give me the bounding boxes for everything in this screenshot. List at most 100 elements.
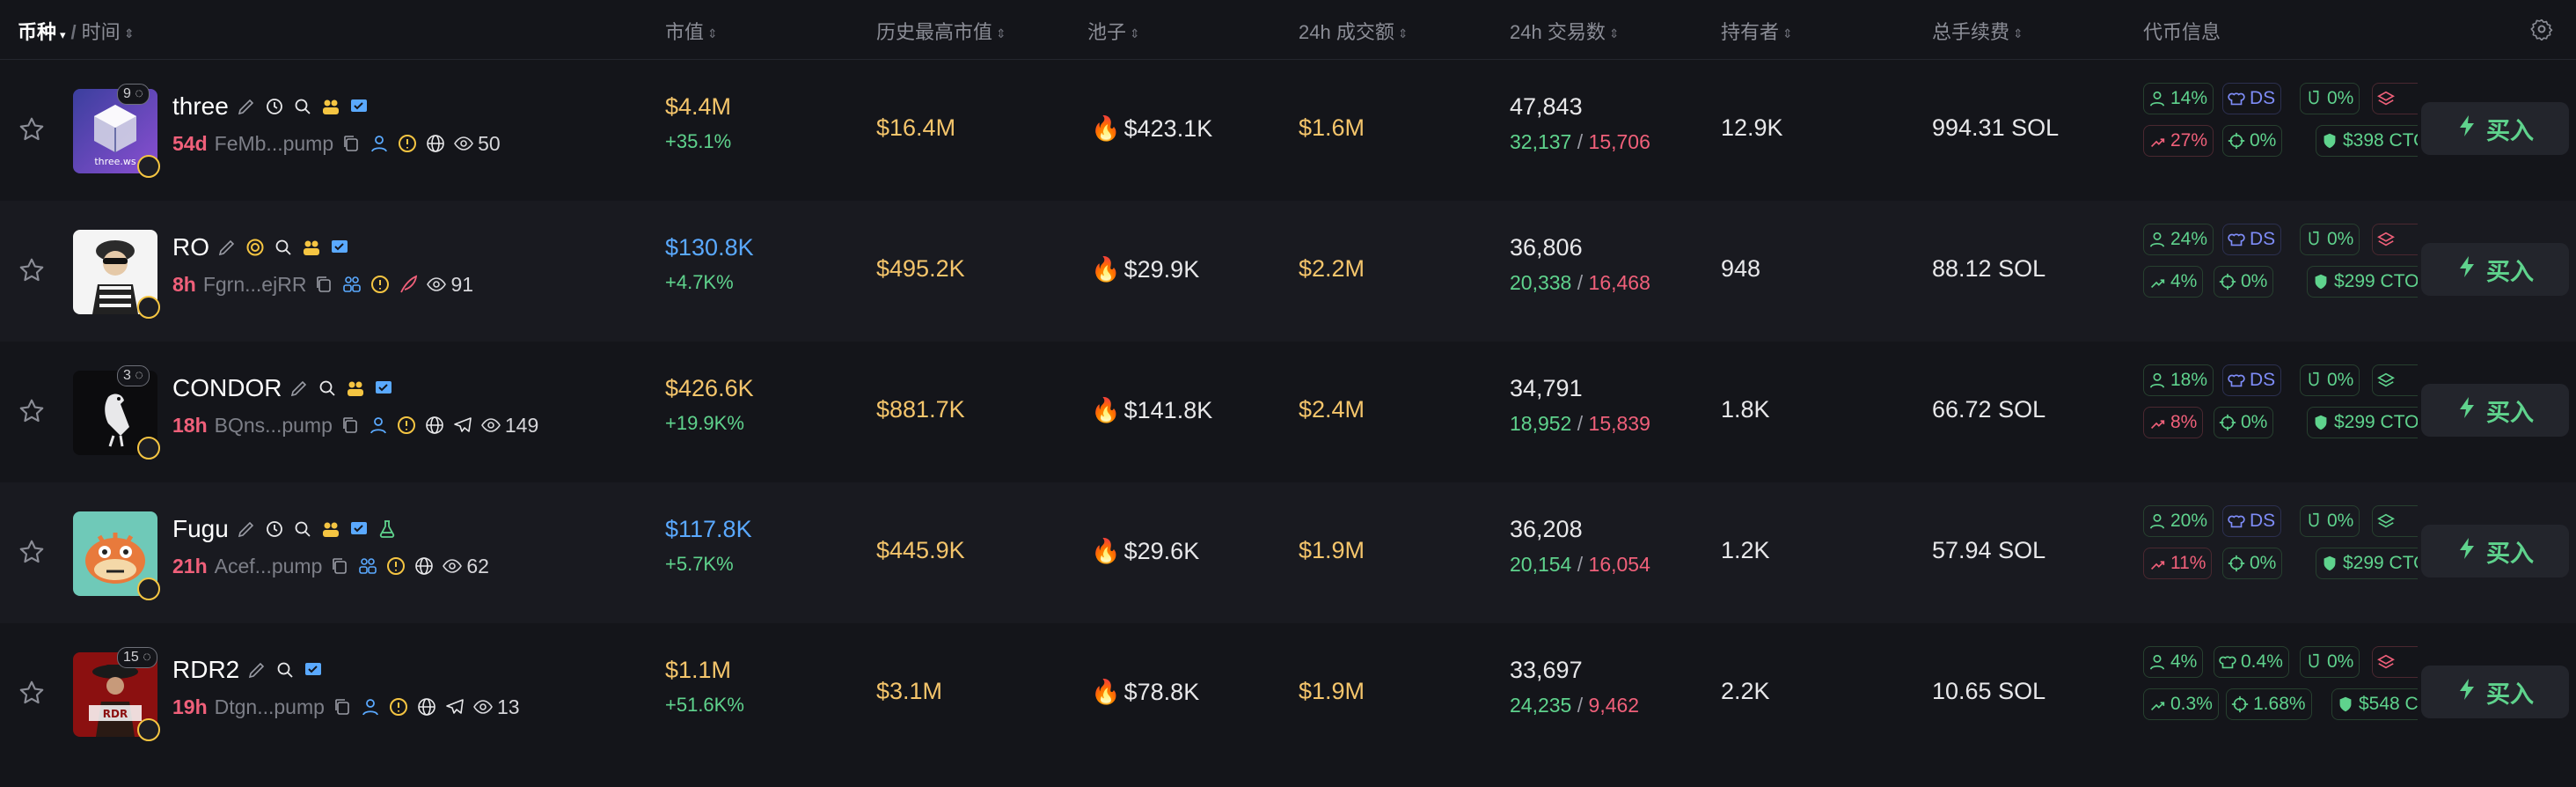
copy-icon[interactable] (332, 696, 353, 717)
layers-icon (2376, 652, 2396, 672)
bundlers-chip[interactable]: 0% (2214, 407, 2274, 438)
dev-chip[interactable]: DS (2222, 83, 2282, 114)
token-address[interactable]: Acef...pump (215, 555, 323, 578)
views-count: 50 (453, 132, 501, 156)
top10-holders-chip[interactable]: 4% (2143, 646, 2204, 678)
lightning-icon (2456, 677, 2477, 708)
dev-chip[interactable]: DS (2222, 224, 2282, 255)
insiders-chip[interactable]: 27% (2143, 125, 2214, 157)
token-name[interactable]: CONDOR (172, 374, 282, 402)
buy-button[interactable]: 买入 (2421, 384, 2569, 437)
chart-icon (2148, 695, 2167, 714)
globe-icon[interactable] (425, 133, 446, 154)
insiders-chip[interactable]: 0.3% (2143, 688, 2219, 720)
search-icon[interactable] (317, 378, 338, 399)
snipers-chip[interactable]: 0% (2300, 83, 2360, 114)
top10-holders-chip[interactable]: 20% (2143, 505, 2214, 537)
dev-chip[interactable]: 0.4% (2214, 646, 2289, 678)
buys-count: 24,235 (1510, 694, 1572, 717)
insiders-chip[interactable]: 11% (2143, 548, 2213, 579)
table-row[interactable]: three.ws 9 ◌ three 54d FeMb...pump 50 $4… (0, 60, 2576, 201)
bundlers-chip[interactable]: 0% (2222, 548, 2283, 579)
star-icon[interactable] (18, 538, 46, 566)
top10-holders-chip[interactable]: 14% (2143, 83, 2214, 114)
cto-chip[interactable]: $299 CTO (2316, 548, 2418, 579)
insiders-chip[interactable]: 4% (2143, 266, 2204, 298)
cto-chip[interactable]: $299 CTO (2307, 407, 2418, 438)
insiders-chip[interactable]: 8% (2143, 407, 2204, 438)
fees-header[interactable]: 总手续费 ⇕ (1932, 17, 2023, 45)
table-row[interactable]: RDR 15 ◌ RDR2 19h Dtgn...pump 13 $1.1M +… (0, 623, 2576, 764)
pool-header[interactable]: 池子 ⇕ (1087, 17, 1140, 45)
snipers-chip[interactable]: 0% (2300, 646, 2360, 678)
cto-chip[interactable]: $299 CTO (2307, 266, 2418, 298)
snipers-chip[interactable]: 0% (2300, 505, 2360, 537)
token-name[interactable]: Fugu (172, 515, 229, 543)
dev-chip[interactable]: DS (2222, 364, 2282, 396)
bundlers-chip[interactable]: 0% (2214, 266, 2274, 298)
top10-holders-chip[interactable]: 24% (2143, 224, 2214, 255)
bundlers-chip[interactable]: 0% (2222, 125, 2283, 157)
token-name[interactable]: RDR2 (172, 656, 239, 684)
token-name[interactable]: RO (172, 233, 209, 261)
holders-header[interactable]: 持有者 ⇕ (1721, 17, 1793, 45)
copy-icon[interactable] (340, 415, 361, 436)
edit-icon[interactable] (216, 237, 238, 258)
buy-button[interactable]: 买入 (2421, 666, 2569, 718)
buy-button[interactable]: 买入 (2421, 102, 2569, 155)
mcap-header[interactable]: 市值 ⇕ (665, 17, 718, 45)
search-icon[interactable] (292, 96, 313, 117)
edit-icon[interactable] (289, 378, 310, 399)
layers-chip[interactable] (2372, 83, 2418, 114)
copy-icon[interactable] (340, 133, 362, 154)
layers-chip[interactable] (2372, 646, 2418, 678)
table-row[interactable]: RO 8h Fgrn...ejRR 91 $130.8K +4.7K% $495… (0, 201, 2576, 342)
star-icon[interactable] (18, 115, 46, 143)
edit-icon[interactable] (236, 96, 257, 117)
globe-icon[interactable] (424, 415, 445, 436)
cto-chip[interactable]: $548 CTO (2331, 688, 2418, 720)
gear-icon[interactable] (2530, 18, 2553, 40)
edit-icon[interactable] (236, 519, 257, 540)
snipers-chip[interactable]: 0% (2300, 224, 2360, 255)
ath-header[interactable]: 历史最高市值 ⇕ (876, 17, 1006, 45)
pill-icon (137, 155, 160, 178)
dev-chip[interactable]: DS (2222, 505, 2282, 537)
table-row[interactable]: 3 ◌ CONDOR 18h BQns...pump 149 $426.6K +… (0, 342, 2576, 482)
globe-icon[interactable] (413, 555, 435, 577)
bundlers-chip[interactable]: 1.68% (2226, 688, 2312, 720)
globe-icon[interactable] (416, 696, 437, 717)
table-row[interactable]: Fugu 21h Acef...pump 62 $117.8K +5.7K% $… (0, 482, 2576, 623)
token-sort-header[interactable]: 币种 ▾ / 时间 ⇕ (18, 17, 134, 45)
token-address[interactable]: FeMb...pump (215, 132, 334, 156)
copy-icon[interactable] (313, 274, 334, 295)
top10-holders-chip[interactable]: 18% (2143, 364, 2214, 396)
buy-button[interactable]: 买入 (2421, 243, 2569, 296)
layers-chip[interactable] (2372, 364, 2418, 396)
star-icon[interactable] (18, 256, 46, 284)
buy-button[interactable]: 买入 (2421, 525, 2569, 577)
copy-icon[interactable] (329, 555, 350, 577)
layers-chip[interactable] (2372, 505, 2418, 537)
edit-icon[interactable] (246, 659, 267, 680)
search-icon[interactable] (273, 237, 294, 258)
star-icon[interactable] (18, 679, 46, 707)
telegram-icon[interactable] (452, 415, 473, 436)
time-label[interactable]: 时间 (82, 21, 121, 43)
cto-chip[interactable]: $398 CTO (2316, 125, 2418, 157)
crosshair-icon (2218, 272, 2237, 291)
user-icon (2148, 230, 2167, 249)
layers-chip[interactable] (2372, 224, 2418, 255)
token-address[interactable]: Dtgn...pump (215, 695, 325, 719)
telegram-icon[interactable] (444, 696, 465, 717)
snipers-chip[interactable]: 0% (2300, 364, 2360, 396)
txns-header[interactable]: 24h 交易数 ⇕ (1510, 17, 1620, 45)
search-icon[interactable] (274, 659, 296, 680)
star-icon[interactable] (18, 397, 46, 425)
liquidity-pool: 🔥 $423.1K (1091, 114, 1213, 143)
volume-header[interactable]: 24h 成交额 ⇕ (1299, 17, 1409, 45)
token-address[interactable]: Fgrn...ejRR (203, 273, 307, 297)
token-address[interactable]: BQns...pump (215, 414, 333, 438)
search-icon[interactable] (292, 519, 313, 540)
token-name[interactable]: three (172, 92, 229, 121)
